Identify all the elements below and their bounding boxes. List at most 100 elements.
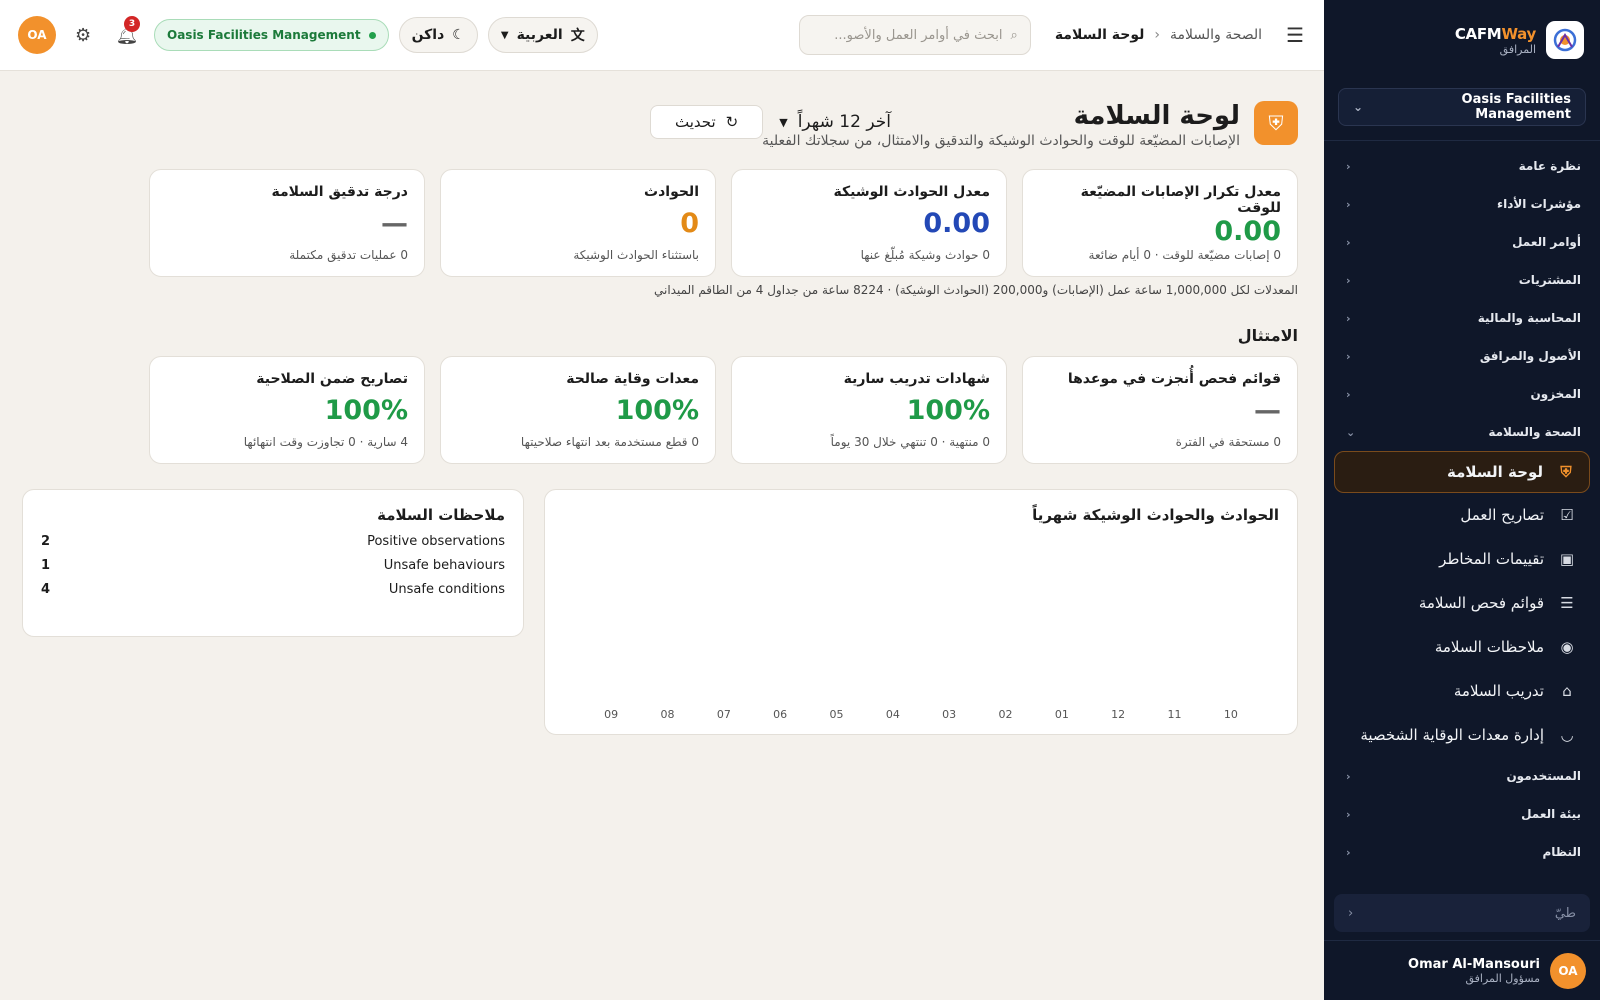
brand-name: CAFMWay <box>1454 24 1536 43</box>
observation-label: Positive observations <box>367 534 505 549</box>
sidebar-sub-item-4[interactable]: ◉ ملاحظات السلامة <box>1324 625 1600 669</box>
period-selector[interactable]: آخر 12 شهراً ▼ <box>779 112 891 132</box>
theme-label: داكن <box>411 27 445 43</box>
kpi-value: 0 <box>680 208 699 239</box>
caret-down-icon: ▼ <box>500 29 509 41</box>
mask-icon: ◡ <box>1560 726 1574 744</box>
kpi-card: درجة تدقيق السلامة — 0 عمليات تدقيق مكتملة <box>149 169 425 277</box>
sidebar-sub-item-label: تدريب السلامة <box>1453 682 1544 700</box>
search-input[interactable]: ⌕ ابحث في أوامر العمل والأصو... <box>798 15 1031 55</box>
moon-icon: ☾ <box>452 27 465 43</box>
sidebar-sub-item-label: إدارة معدات الوقاية الشخصية <box>1360 726 1544 744</box>
observation-count: 4 <box>41 582 51 597</box>
translate-icon: 文 <box>570 28 585 44</box>
chart-title: الحوادث والحوادث الوشيكة شهرياً <box>1032 506 1279 524</box>
sidebar-group-3[interactable]: المشتريات ‹ <box>1324 261 1600 299</box>
sidebar-group-9[interactable]: بيئة العمل ‹ <box>1324 795 1600 833</box>
kpi-note: باستثناء الحوادث الوشيكة <box>573 248 699 262</box>
kpi-title: قوائم فحص أُنجزت في موعدها <box>1067 371 1281 387</box>
kpi-note: 0 منتهية · 0 تنتهي خلال 30 يوماً <box>830 435 990 449</box>
sidebar-group-label: المشتريات <box>1518 273 1581 287</box>
chart-x-tick-label: 09 <box>604 708 618 721</box>
topbar: ☰ الصحة والسلامة ‹ لوحة السلامة ⌕ ابحث ف… <box>0 0 1324 71</box>
sidebar-group-label: المحاسبة والمالية <box>1477 311 1581 325</box>
sidebar-group-10[interactable]: النظام ‹ <box>1324 833 1600 871</box>
kpi-value: — <box>1254 395 1281 426</box>
sidebar-sub-item-label: ملاحظات السلامة <box>1434 638 1544 656</box>
chevron-down-icon: ⌄ <box>1353 100 1364 114</box>
user-avatar-button[interactable]: OA <box>18 16 56 54</box>
chart-box-icon: ▣ <box>1559 550 1575 568</box>
kpi-note: 0 مستحقة في الفترة <box>1175 435 1281 449</box>
sidebar-sub-item-3[interactable]: ☰ قوائم فحص السلامة <box>1324 581 1600 625</box>
sidebar-sub-item-label: قوائم فحص السلامة <box>1418 594 1544 612</box>
menu-icon[interactable]: ☰ <box>1286 23 1304 47</box>
sidebar-group-label: الصحة والسلامة <box>1488 425 1581 439</box>
kpi-row: معدل تكرار الإصابات المضيّعة للوقت 0.00 0 … <box>149 169 1298 277</box>
kpi-card: الحوادث 0 باستثناء الحوادث الوشيكة <box>440 169 716 277</box>
sidebar-group-label: مؤشرات الأداء <box>1496 197 1581 211</box>
kpi-note: 0 حوادث وشيكة مُبلّغ عنها <box>860 248 990 262</box>
sidebar-sub-item-0[interactable]: ⛨ لوحة السلامة <box>1334 451 1590 493</box>
brand-subtitle: المرافق <box>1499 42 1536 56</box>
kpi-value: 100% <box>324 395 408 426</box>
status-dot <box>368 31 376 39</box>
caret-down-icon: ▼ <box>779 115 788 129</box>
refresh-button[interactable]: ↻ تحديث <box>650 105 764 139</box>
sidebar-group-label: النظام <box>1542 845 1581 859</box>
search-icon: ⌕ <box>1010 27 1018 43</box>
kpi-value: 0.00 <box>923 208 990 239</box>
sidebar-group-5[interactable]: الأصول والمرافق ‹ <box>1324 337 1600 375</box>
sidebar-sub-item-5[interactable]: ⌂ تدريب السلامة <box>1324 669 1600 713</box>
observation-count: 2 <box>41 534 51 549</box>
kpi-card: شهادات تدريب سارية 100% 0 منتهية · 0 تنتهي… <box>731 356 1007 464</box>
breadcrumb: الصحة والسلامة ‹ لوحة السلامة <box>1055 27 1262 43</box>
notifications-button[interactable]: 🔔︎ 3 <box>110 16 144 52</box>
sidebar-sub-item-2[interactable]: ▣ تقييمات المخاطر <box>1324 537 1600 581</box>
compliance-title: الامتثال <box>1237 326 1298 345</box>
breadcrumb-parent[interactable]: الصحة والسلامة <box>1170 27 1262 43</box>
sidebar-collapse-button[interactable]: طيّ ‹ <box>1334 894 1590 932</box>
language-selector[interactable]: 文 العربية ▼ <box>487 17 598 53</box>
content: ⛨ لوحة السلامة الإصابات المضيّعة للوقت و… <box>0 71 1324 1000</box>
chevron-left-icon: ‹ <box>1154 27 1160 43</box>
sidebar-group-0[interactable]: نظرة عامة ‹ <box>1324 147 1600 185</box>
sidebar-sub-item-label: تقييمات المخاطر <box>1439 550 1544 568</box>
chevron-left-icon: ‹ <box>1346 807 1351 821</box>
user-role: مسؤول المرافق <box>1465 971 1540 985</box>
chevron-down-icon: ⌄ <box>1346 425 1356 439</box>
kpi-title: معدل الحوادث الوشيكة <box>833 184 990 200</box>
chart-x-tick-label: 02 <box>999 708 1013 721</box>
chevron-left-icon: ‹ <box>1346 197 1351 211</box>
settings-button[interactable]: ⚙ <box>66 18 100 52</box>
kpi-card: تصاريح ضمن الصلاحية 100% 4 سارية · 0 تجاوز… <box>149 356 425 464</box>
kpi-note: 0 قطع مستخدمة بعد انتهاء صلاحيتها <box>520 435 699 449</box>
kpi-card: معدل الحوادث الوشيكة 0.00 0 حوادث وشيكة مُ… <box>731 169 1007 277</box>
sidebar-group-label: المخزون <box>1530 387 1581 401</box>
sidebar-group-label: الأصول والمرافق <box>1479 349 1581 363</box>
sidebar-group-2[interactable]: أوامر العمل ‹ <box>1324 223 1600 261</box>
sidebar-group-label: أوامر العمل <box>1512 235 1581 249</box>
sidebar-group-8[interactable]: المستخدمون ‹ <box>1324 757 1600 795</box>
theme-toggle[interactable]: ☾ داكن <box>398 17 478 53</box>
notification-count-badge: 3 <box>124 16 140 32</box>
breadcrumb-current: لوحة السلامة <box>1054 27 1145 43</box>
sidebar-group-6[interactable]: المخزون ‹ <box>1324 375 1600 413</box>
collapse-label: طيّ <box>1554 905 1576 921</box>
sidebar-group-7[interactable]: الصحة والسلامة ⌄ <box>1324 413 1600 451</box>
sidebar-group-1[interactable]: مؤشرات الأداء ‹ <box>1324 185 1600 223</box>
gear-icon: ⚙ <box>74 24 92 46</box>
chart-x-tick-label: 05 <box>830 708 844 721</box>
sidebar-sub-item-1[interactable]: ☑ تصاريح العمل <box>1324 493 1600 537</box>
observation-label: Unsafe conditions <box>388 582 505 597</box>
search-placeholder: ابحث في أوامر العمل والأصو... <box>834 27 1003 43</box>
kpi-value: — <box>381 208 408 239</box>
tenant-selector[interactable]: Oasis Facilities Management ⌄ <box>1338 88 1586 126</box>
kpi-card: معدل تكرار الإصابات المضيّعة للوقت 0.00 0 … <box>1022 169 1298 277</box>
shield-icon: ⛨ <box>1560 463 1572 481</box>
brand: CAFMWay المرافق <box>1324 0 1600 80</box>
sidebar-user[interactable]: OA Omar Al-Mansouri مسؤول المرافق <box>1324 940 1600 1000</box>
sidebar-sub-item-6[interactable]: ◡ إدارة معدات الوقاية الشخصية <box>1324 713 1600 757</box>
observation-count: 1 <box>41 558 51 573</box>
sidebar-group-4[interactable]: المحاسبة والمالية ‹ <box>1324 299 1600 337</box>
